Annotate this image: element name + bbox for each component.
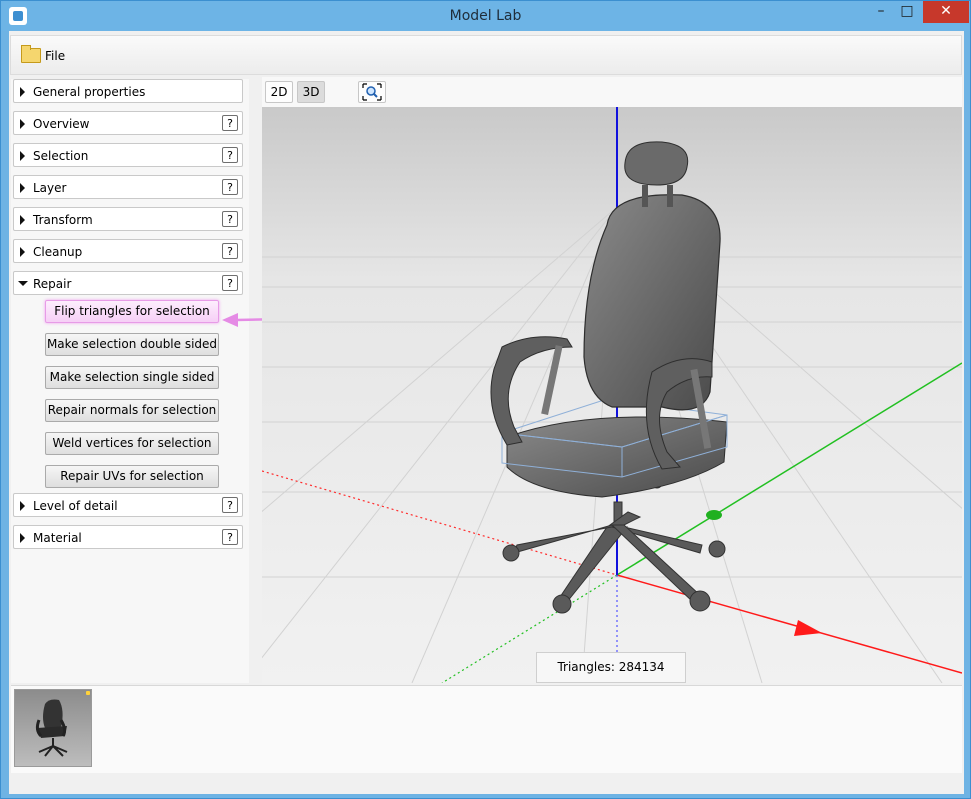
panel-label: Layer [33,181,67,195]
app-window: Model Lab – □ ✕ File General properties … [0,0,971,799]
panel-level-of-detail[interactable]: Level of detail ? [13,493,243,517]
sidebar: General properties Overview ? Selection … [11,79,283,683]
panel-label: Cleanup [33,245,83,259]
3d-viewport[interactable]: Triangles: 284134 [262,107,962,683]
help-icon[interactable]: ? [222,275,238,291]
panel-general-properties[interactable]: General properties [13,79,243,103]
repair-uvs-button[interactable]: Repair UVs for selection [45,465,219,488]
status-bar [11,773,962,793]
panel-transform[interactable]: Transform ? [13,207,243,231]
panel-label: Material [33,531,82,545]
viewport-toolbar: 2D 3D [262,77,962,108]
help-icon[interactable]: ? [222,211,238,227]
model-thumbnail[interactable] [14,689,92,767]
panel-cleanup[interactable]: Cleanup ? [13,239,243,263]
expand-arrow-icon[interactable] [20,119,25,129]
panel-label: Level of detail [33,499,118,513]
x-axis-arrow-icon[interactable] [794,620,822,636]
help-icon[interactable]: ? [222,529,238,545]
title-bar[interactable]: Model Lab – □ ✕ [1,1,970,31]
make-double-sided-button[interactable]: Make selection double sided [45,333,219,356]
folder-icon[interactable] [21,45,41,63]
close-button[interactable]: ✕ [923,1,969,23]
maximize-button[interactable]: □ [894,1,920,23]
expand-arrow-icon[interactable] [20,151,25,161]
window-title: Model Lab [449,8,522,24]
panel-label: Transform [33,213,93,227]
help-icon[interactable]: ? [222,179,238,195]
collapse-arrow-icon[interactable] [18,281,28,286]
panel-label: Overview [33,117,90,131]
view-3d-button[interactable]: 3D [297,81,325,103]
expand-arrow-icon[interactable] [20,215,25,225]
modified-indicator [86,691,90,695]
make-single-sided-button[interactable]: Make selection single sided [45,366,219,389]
model-browser [11,685,962,786]
chair-model[interactable] [490,141,728,614]
zoom-fit-button[interactable] [358,81,386,103]
panel-selection[interactable]: Selection ? [13,143,243,167]
panel-overview[interactable]: Overview ? [13,111,243,135]
expand-arrow-icon[interactable] [20,501,25,511]
help-icon[interactable]: ? [222,147,238,163]
weld-vertices-button[interactable]: Weld vertices for selection [45,432,219,455]
client-area: File General properties Overview ? Selec… [9,31,964,794]
panel-label: Repair [33,277,72,291]
triangles-count: Triangles: 284134 [536,652,686,683]
chair-thumbnail-icon [35,699,68,757]
expand-arrow-icon[interactable] [20,87,25,97]
file-menu[interactable]: File [45,49,65,63]
expand-arrow-icon[interactable] [20,533,25,543]
panel-layer[interactable]: Layer ? [13,175,243,199]
view-2d-button[interactable]: 2D [265,81,293,103]
panel-label: Selection [33,149,89,163]
panel-label: General properties [33,85,146,99]
menu-bar: File [10,35,962,75]
flip-triangles-button[interactable]: Flip triangles for selection [45,300,219,323]
panel-material[interactable]: Material ? [13,525,243,549]
expand-arrow-icon[interactable] [20,183,25,193]
panel-repair[interactable]: Repair ? [13,271,243,295]
help-icon[interactable]: ? [222,243,238,259]
expand-arrow-icon[interactable] [20,247,25,257]
scene-canvas[interactable] [262,107,962,683]
help-icon[interactable]: ? [222,115,238,131]
help-icon[interactable]: ? [222,497,238,513]
zoom-fit-icon [362,83,382,101]
y-axis-arrow-icon[interactable] [706,510,722,520]
repair-normals-button[interactable]: Repair normals for selection [45,399,219,422]
viewport-panel: 2D 3D Triangles: 284134 [262,77,962,683]
